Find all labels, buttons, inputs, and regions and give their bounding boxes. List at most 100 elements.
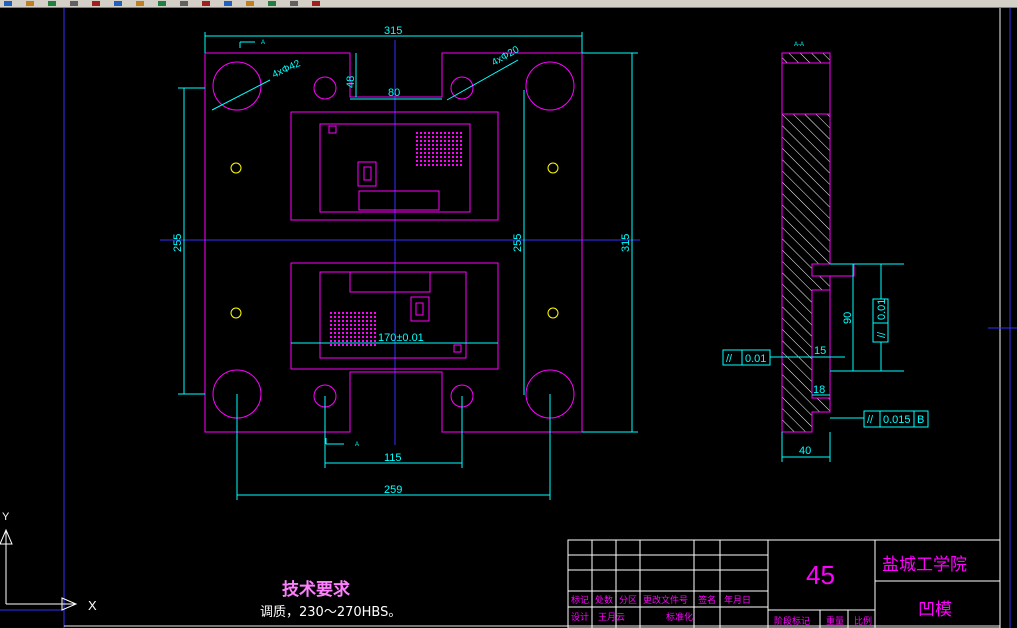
grid-dot [354, 320, 356, 322]
grid-dot [444, 132, 446, 134]
grid-dot [366, 328, 368, 330]
grid-dot [374, 340, 376, 342]
grid-dot [366, 312, 368, 314]
grid-dot [448, 144, 450, 146]
grid-dot [338, 312, 340, 314]
ucs-icon [0, 528, 78, 611]
cut-icon[interactable] [114, 1, 122, 6]
new-icon[interactable] [4, 1, 12, 6]
grid-dot [370, 336, 372, 338]
grid-dot [424, 144, 426, 146]
grid-dot [444, 148, 446, 150]
cavity-lower-feature [415, 302, 424, 316]
grid-dot [330, 328, 332, 330]
grid-dot [334, 344, 336, 346]
zoom-icon[interactable] [268, 1, 276, 6]
grid-dot [452, 148, 454, 150]
grid-dot [338, 336, 340, 338]
grid-dot [428, 156, 430, 158]
section-view-body [781, 62, 831, 115]
grid-dot [432, 144, 434, 146]
grid-dot [374, 312, 376, 314]
redo-icon[interactable] [224, 1, 232, 6]
preview-icon[interactable] [92, 1, 100, 6]
grid-dot [338, 344, 340, 346]
grid-dot [362, 340, 364, 342]
cad-drawing-area[interactable]: A A 315 48 80 255 255 315 170±0.01 115 2… [0, 8, 1017, 628]
undo-icon[interactable] [202, 1, 210, 6]
grid-dot [420, 136, 422, 138]
grid-dot [444, 140, 446, 142]
dim-255-left: 255 [172, 234, 184, 252]
grid-dot [346, 320, 348, 322]
section-view-top [781, 52, 831, 64]
part-name: 凹模 [918, 600, 952, 620]
grid-dot [354, 336, 356, 338]
match-icon[interactable] [180, 1, 188, 6]
grid-dot [358, 340, 360, 342]
grid-dot [330, 312, 332, 314]
tech-req-title: 技术要求 [282, 579, 350, 600]
dimensions [178, 32, 638, 500]
grid-dot [428, 144, 430, 146]
grid-dot [358, 344, 360, 346]
grid-dot [338, 316, 340, 318]
layer-icon[interactable] [312, 1, 320, 6]
dim-hole-small: 4xΦ20 [490, 44, 522, 69]
grid-dot [342, 316, 344, 318]
grid-dot [374, 316, 376, 318]
grid-dot [354, 332, 356, 334]
save-icon[interactable] [48, 1, 56, 6]
grid-dot [448, 164, 450, 166]
grid-dot [330, 324, 332, 326]
grid-dot [334, 324, 336, 326]
print-icon[interactable] [70, 1, 78, 6]
grid-dot [436, 136, 438, 138]
section-step [811, 263, 855, 277]
section-mark-bottom: A [355, 442, 359, 448]
grid-dot [362, 344, 364, 346]
grid-dot [460, 148, 462, 150]
grid-dot [428, 152, 430, 154]
grid-dot [440, 156, 442, 158]
pan-icon[interactable] [246, 1, 254, 6]
cavity-upper-feature [357, 161, 377, 187]
grid-dot [334, 320, 336, 322]
grid-dot [452, 140, 454, 142]
grid-dot [448, 136, 450, 138]
ucs-y-label: Y [2, 511, 10, 523]
copy-icon[interactable] [136, 1, 144, 6]
dim-255-inner: 255 [512, 234, 524, 252]
paste-icon[interactable] [158, 1, 166, 6]
grid-dot [436, 140, 438, 142]
dim-80: 80 [388, 87, 400, 99]
section-mark-top: A [261, 40, 265, 46]
grid-dot [366, 336, 368, 338]
grid-dot [432, 156, 434, 158]
grid-dot [428, 132, 430, 134]
hole-large [525, 61, 575, 111]
hole-small [313, 76, 337, 100]
grid-dot [416, 132, 418, 134]
grid-dot [374, 344, 376, 346]
grid-dot [358, 336, 360, 338]
open-icon[interactable] [26, 1, 34, 6]
grid-dot [416, 136, 418, 138]
grid-dot [456, 160, 458, 162]
material-label: 45 [806, 560, 835, 590]
grid-dot [448, 160, 450, 162]
grid-dot [330, 320, 332, 322]
grid-dot [456, 136, 458, 138]
grid-dot [416, 160, 418, 162]
grid-dot [448, 148, 450, 150]
properties-icon[interactable] [290, 1, 298, 6]
dim-18: 18 [813, 384, 825, 396]
grid-dot [420, 160, 422, 162]
grid-dot [420, 156, 422, 158]
grid-dot [366, 320, 368, 322]
grid-dot [460, 132, 462, 134]
pin-hole [547, 162, 559, 174]
cavity-lower-slot [349, 271, 431, 293]
tb-design-1: 王月云 [598, 612, 625, 622]
grid-dot [432, 140, 434, 142]
